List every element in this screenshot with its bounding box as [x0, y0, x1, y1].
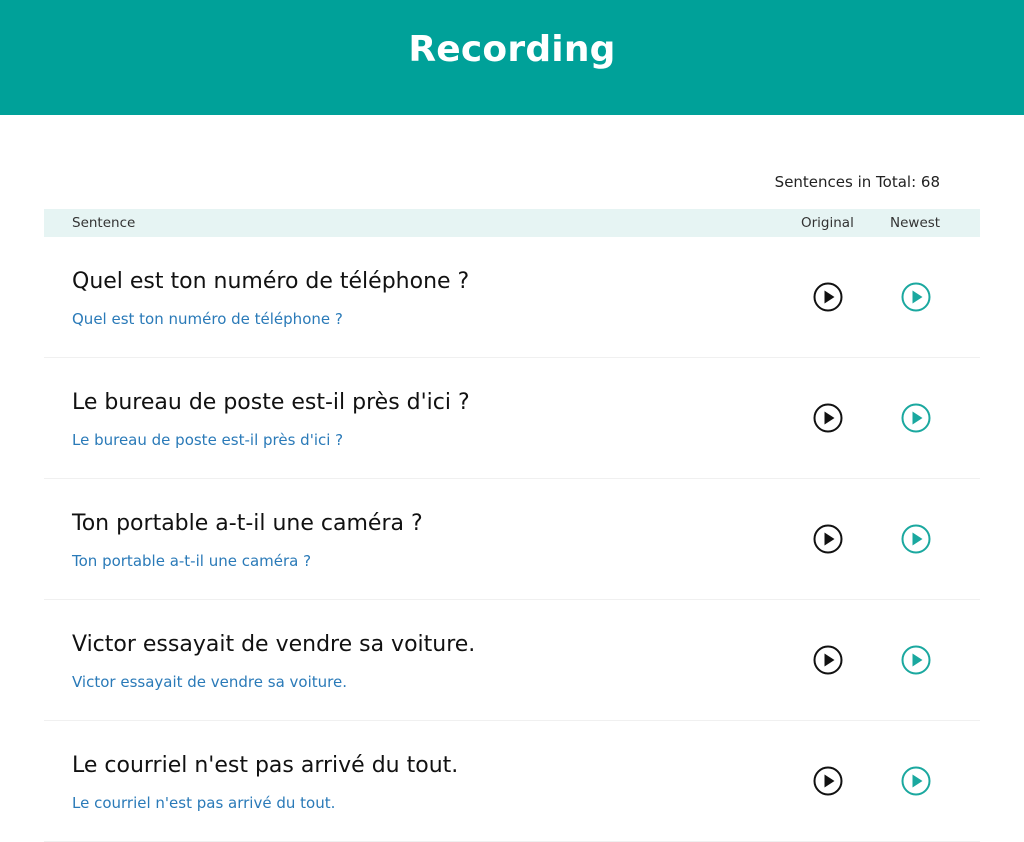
sentence-transcript: Ton portable a-t-il une caméra ? [72, 552, 312, 570]
play-circle-icon [813, 524, 843, 554]
sentence-text: Le bureau de poste est-il près d'ici ? [72, 390, 470, 415]
sentence-row: Le courriel n'est pas arrivé du tout. Le… [44, 721, 980, 842]
play-circle-icon [901, 282, 931, 312]
sentence-text: Victor essayait de vendre sa voiture. [72, 632, 476, 657]
sentence-transcript: Victor essayait de vendre sa voiture. [72, 673, 347, 691]
play-newest-button[interactable] [901, 766, 931, 796]
sentence-row: Ton portable a-t-il une caméra ? Ton por… [44, 479, 980, 600]
play-circle-icon [813, 645, 843, 675]
play-circle-icon [901, 524, 931, 554]
sentence-transcript: Le bureau de poste est-il près d'ici ? [72, 431, 344, 449]
play-circle-icon [901, 403, 931, 433]
sentence-text: Le courriel n'est pas arrivé du tout. [72, 753, 459, 778]
sentence-row: Le bureau de poste est-il près d'ici ? L… [44, 358, 980, 479]
sentence-row: Quel est ton numéro de téléphone ? Quel … [44, 237, 980, 358]
play-circle-icon [813, 282, 843, 312]
play-circle-icon [813, 766, 843, 796]
play-newest-button[interactable] [901, 282, 931, 312]
play-original-button[interactable] [813, 403, 843, 433]
table-header: Sentence Original Newest [44, 209, 980, 237]
play-newest-button[interactable] [901, 403, 931, 433]
page-title: Recording [408, 29, 616, 70]
column-header-newest: Newest [890, 215, 941, 231]
play-original-button[interactable] [813, 524, 843, 554]
sentence-transcript: Le courriel n'est pas arrivé du tout. [72, 794, 336, 812]
sentence-total: Sentences in Total: 68 [774, 173, 940, 191]
page-header: Recording [0, 0, 1024, 115]
sentence-list: Quel est ton numéro de téléphone ? Quel … [44, 237, 980, 842]
sentence-row: Victor essayait de vendre sa voiture. Vi… [44, 600, 980, 721]
play-original-button[interactable] [813, 645, 843, 675]
play-original-button[interactable] [813, 766, 843, 796]
play-circle-icon [813, 403, 843, 433]
play-circle-icon [901, 766, 931, 796]
play-original-button[interactable] [813, 282, 843, 312]
play-newest-button[interactable] [901, 524, 931, 554]
column-header-sentence: Sentence [72, 215, 136, 231]
play-newest-button[interactable] [901, 645, 931, 675]
column-header-original: Original [801, 215, 854, 231]
play-circle-icon [901, 645, 931, 675]
sentence-transcript: Quel est ton numéro de téléphone ? [72, 310, 343, 328]
sentence-text: Ton portable a-t-il une caméra ? [72, 511, 423, 536]
sentence-text: Quel est ton numéro de téléphone ? [72, 269, 470, 294]
